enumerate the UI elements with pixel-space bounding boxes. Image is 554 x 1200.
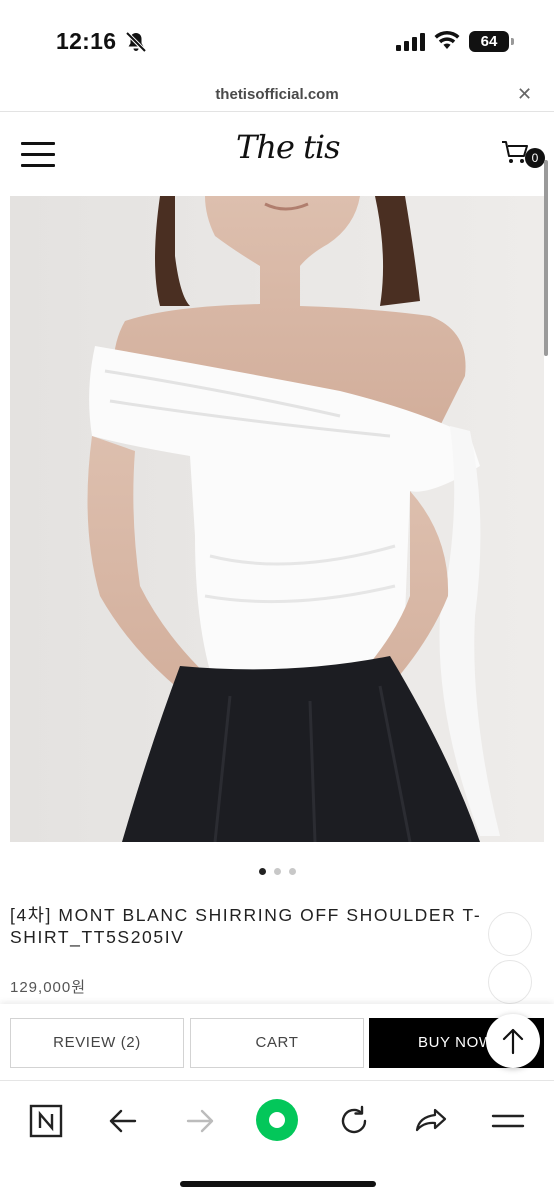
product-photo-illustration	[10, 196, 544, 842]
cart-button[interactable]: CART	[190, 1018, 364, 1068]
page-scrollbar[interactable]	[544, 160, 548, 356]
product-price: 129,000원	[10, 979, 87, 996]
naver-icon[interactable]	[24, 1099, 68, 1143]
carousel-dots[interactable]	[0, 862, 554, 880]
home-indicator[interactable]	[180, 1181, 376, 1187]
site-header: The tis 0	[0, 112, 554, 196]
url-text[interactable]: thetisofficial.com	[0, 86, 554, 103]
carousel-dot[interactable]	[273, 868, 281, 875]
carousel-dot[interactable]	[288, 868, 296, 875]
product-title: [4차] MONT BLANC SHIRRING OFF SHOULDER T-…	[10, 905, 482, 947]
wifi-icon	[434, 30, 460, 49]
scroll-to-top-button[interactable]	[486, 1014, 540, 1068]
share-icon[interactable]	[409, 1099, 453, 1143]
forward-icon[interactable]	[178, 1099, 222, 1143]
arrow-up-icon	[502, 1028, 524, 1055]
url-bar[interactable]: thetisofficial.com ✕	[0, 80, 554, 112]
hamburger-menu-icon[interactable]	[21, 142, 55, 168]
status-bar: 12:16 64	[0, 0, 554, 80]
signal-icon	[396, 33, 425, 51]
battery-icon: 64	[469, 31, 514, 52]
review-button[interactable]: REVIEW (2)	[10, 1018, 184, 1068]
cart-count-badge[interactable]: 0	[525, 148, 545, 168]
close-icon[interactable]: ✕	[517, 84, 532, 105]
floating-circle-button[interactable]	[488, 960, 532, 1004]
bell-slash-icon	[125, 31, 147, 53]
green-home-icon[interactable]	[254, 1097, 300, 1143]
browser-toolbar	[0, 1080, 554, 1200]
menu-icon[interactable]	[486, 1099, 530, 1143]
status-time: 12:16	[56, 28, 117, 54]
product-photo[interactable]	[10, 196, 544, 842]
reload-icon[interactable]	[332, 1099, 376, 1143]
site-logo[interactable]: The tis	[236, 128, 341, 166]
carousel-dot[interactable]	[258, 868, 266, 875]
purchase-action-bar: REVIEW (2) CART BUY NOW	[0, 1004, 554, 1080]
back-icon[interactable]	[101, 1099, 145, 1143]
floating-circle-button[interactable]	[488, 912, 532, 956]
